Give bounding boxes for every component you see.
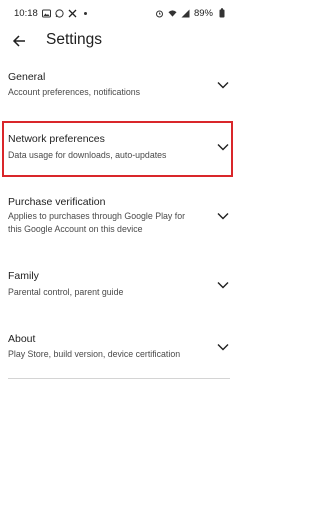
settings-item-title: General [8,71,46,83]
settings-item-title: Network preferences [8,133,105,145]
page-title: Settings [46,31,103,48]
app-bar: Settings [0,26,236,56]
status-left: 10:18 [14,8,90,19]
gallery-icon [41,9,51,18]
settings-item-title: Family [8,270,39,282]
chevron-down-icon [216,280,230,290]
chevron-down-icon [216,211,230,221]
settings-item-family[interactable]: Family Parental control, parent guide [0,264,236,306]
signal-icon [181,9,190,18]
alarm-icon [155,9,164,18]
settings-item-about[interactable]: About Play Store, build version, device … [0,326,236,368]
x-icon [68,9,77,18]
battery-icon [217,8,226,18]
settings-item-purchase-verification[interactable]: Purchase verification Applies to purchas… [0,190,236,242]
chevron-down-icon [216,80,230,90]
whatsapp-icon [55,8,64,18]
wifi-icon [168,9,177,18]
settings-item-network[interactable]: Network preferences Data usage for downl… [0,124,236,174]
settings-item-general[interactable]: General Account preferences, notificatio… [0,64,236,108]
settings-item-subtitle: Parental control, parent guide [8,287,124,297]
battery-percent: 89% [193,7,213,19]
settings-item-title: About [8,333,36,345]
status-bar: 10:18 89% [0,0,236,26]
settings-item-subtitle: Play Store, build version, device certif… [8,349,181,359]
settings-item-subtitle-line2: this Google Account on this device [8,224,143,234]
arrow-back-icon [12,34,26,48]
settings-item-subtitle: Data usage for downloads, auto-updates [8,150,167,160]
dot-icon [81,9,90,18]
settings-item-subtitle: Account preferences, notifications [8,87,141,97]
back-button[interactable] [8,30,30,52]
list-divider [8,378,230,379]
status-right: 89% [155,8,226,19]
settings-item-title: Purchase verification [8,196,106,208]
settings-item-subtitle-line1: Applies to purchases through Google Play… [8,211,186,221]
chevron-down-icon [216,142,230,152]
status-time: 10:18 [14,7,38,19]
chevron-down-icon [216,342,230,352]
